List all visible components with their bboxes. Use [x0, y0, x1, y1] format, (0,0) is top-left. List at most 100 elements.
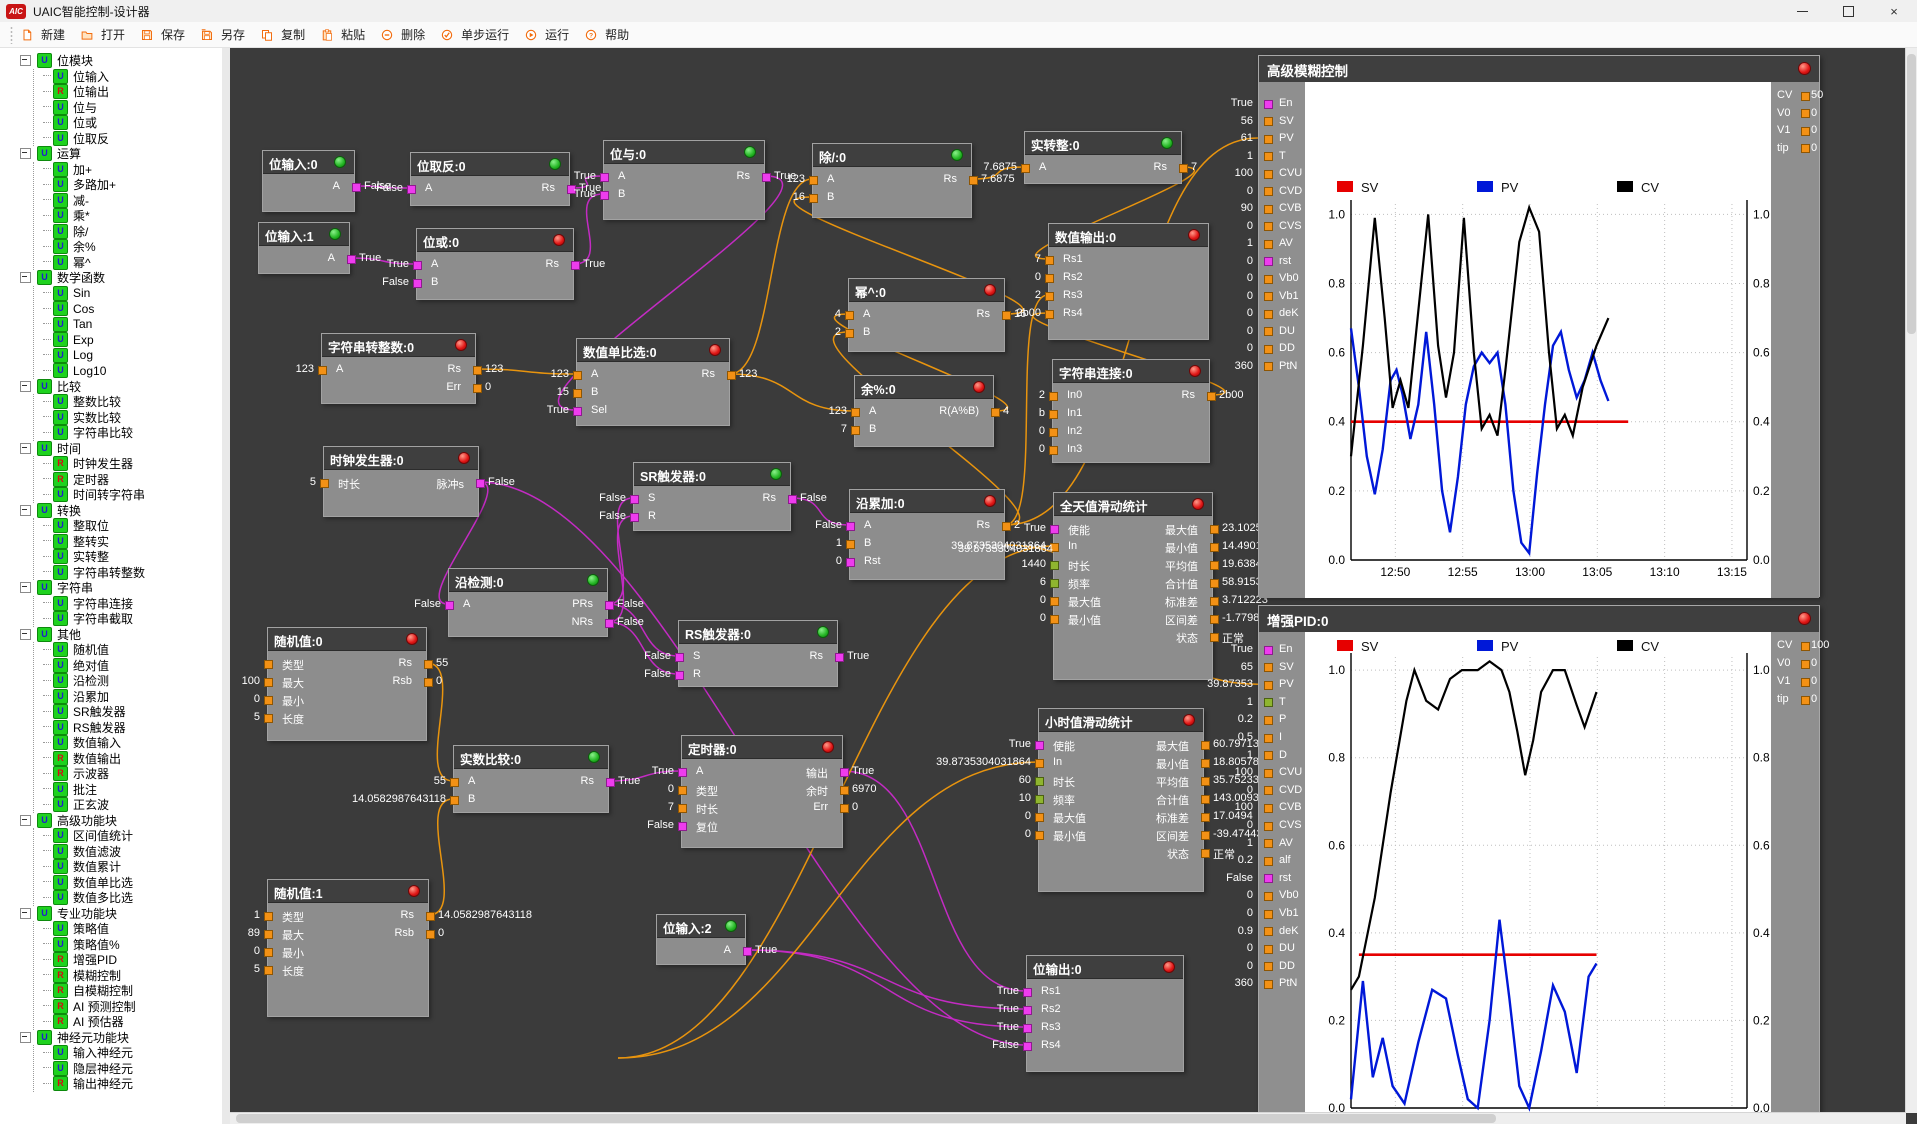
port[interactable]: [1050, 579, 1059, 588]
toolbar-button-help[interactable]: ?帮助: [585, 26, 629, 43]
port[interactable]: [1045, 292, 1054, 301]
tree-item[interactable]: R输出神经元: [43, 1076, 145, 1092]
port[interactable]: [1049, 428, 1058, 437]
collapse-icon[interactable]: [20, 1032, 31, 1043]
tree-item[interactable]: U批注: [43, 782, 145, 798]
collapse-icon[interactable]: [20, 815, 31, 826]
port[interactable]: [845, 329, 854, 338]
port[interactable]: [320, 479, 329, 488]
port[interactable]: [1264, 187, 1273, 196]
wire[interactable]: [608, 622, 678, 674]
toolbar-button-saveas[interactable]: 另存: [201, 26, 245, 43]
port[interactable]: [573, 371, 582, 380]
tree-item[interactable]: U位或: [43, 115, 145, 131]
port[interactable]: [1023, 988, 1032, 997]
tree-item[interactable]: U乘*: [43, 208, 145, 224]
port[interactable]: [600, 173, 609, 182]
port[interactable]: [846, 558, 855, 567]
port[interactable]: [424, 660, 433, 669]
tree-item[interactable]: U实数比较: [43, 410, 145, 426]
port[interactable]: [840, 804, 849, 813]
tree-item[interactable]: U加+: [43, 162, 145, 178]
tree-group-header-10[interactable]: U神经元功能块: [20, 1030, 145, 1046]
port[interactable]: [1264, 874, 1273, 883]
wire[interactable]: [746, 950, 1026, 1027]
port[interactable]: [1264, 117, 1273, 126]
port[interactable]: [1045, 310, 1054, 319]
tree-item[interactable]: ULog: [43, 348, 145, 364]
node-mod0[interactable]: 余%:0A123R(A%B)4B7: [854, 375, 994, 447]
port[interactable]: [1050, 597, 1059, 606]
port[interactable]: [450, 778, 459, 787]
tree-item[interactable]: U隐层神经元: [43, 1061, 145, 1077]
node-rand1[interactable]: 随机值:1类型1Rs14.0582987643118最大89Rsb0最小0长度5: [267, 879, 429, 1017]
tree-item[interactable]: U位与: [43, 100, 145, 116]
wire[interactable]: [608, 604, 678, 656]
tree-group-header-7[interactable]: U其他: [20, 627, 145, 643]
port[interactable]: [1264, 822, 1273, 831]
toolbar-button-run[interactable]: 运行: [525, 26, 569, 43]
port[interactable]: [264, 948, 273, 957]
port[interactable]: [1264, 345, 1273, 354]
port[interactable]: [1264, 839, 1273, 848]
port[interactable]: [1264, 257, 1273, 266]
port[interactable]: [407, 185, 416, 194]
port[interactable]: [809, 194, 818, 203]
port[interactable]: [1264, 205, 1273, 214]
tree-item[interactable]: ULog10: [43, 363, 145, 379]
port[interactable]: [1023, 1006, 1032, 1015]
tree-item[interactable]: R定时器: [43, 472, 145, 488]
port[interactable]: [840, 768, 849, 777]
tree-item[interactable]: U数值输入: [43, 735, 145, 751]
port[interactable]: [1023, 1042, 1032, 1051]
tree-group-header-1[interactable]: U运算: [20, 146, 145, 162]
tree-item[interactable]: U整取位: [43, 518, 145, 534]
tree-item[interactable]: U字符串比较: [43, 425, 145, 441]
vertical-scrollbar[interactable]: [1905, 48, 1917, 1113]
tree-item[interactable]: R增强PID: [43, 952, 145, 968]
port[interactable]: [1264, 751, 1273, 760]
node-edge0[interactable]: 沿检测:0AFalsePRsFalseNRsFalse: [448, 568, 608, 637]
port[interactable]: [1264, 362, 1273, 371]
port[interactable]: [1264, 716, 1273, 725]
tree-item[interactable]: U数值累计: [43, 859, 145, 875]
tree-group-header-9[interactable]: U专业功能块: [20, 906, 145, 922]
tree-item[interactable]: UExp: [43, 332, 145, 348]
port[interactable]: [1264, 663, 1273, 672]
port[interactable]: [762, 173, 771, 182]
port[interactable]: [473, 366, 482, 375]
port[interactable]: [1264, 945, 1273, 954]
port[interactable]: [846, 522, 855, 531]
port[interactable]: [1045, 256, 1054, 265]
port[interactable]: [1264, 892, 1273, 901]
collapse-icon[interactable]: [20, 381, 31, 392]
port[interactable]: [1264, 135, 1273, 144]
port[interactable]: [1210, 597, 1219, 606]
node-edgeacc0[interactable]: 沿累加:0AFalseRs2B1Rst0: [849, 489, 1005, 580]
node-bitin0[interactable]: 位输入:0AFalse: [262, 150, 355, 212]
collapse-icon[interactable]: [20, 505, 31, 516]
tree-item[interactable]: U数值单比选: [43, 875, 145, 891]
tree-item[interactable]: U时间转字符串: [43, 487, 145, 503]
tree-group-header-4[interactable]: U时间: [20, 441, 145, 457]
port[interactable]: [1035, 741, 1044, 750]
port[interactable]: [1801, 92, 1810, 101]
port[interactable]: [1264, 240, 1273, 249]
tree-item[interactable]: U沿累加: [43, 689, 145, 705]
node-clkgen0[interactable]: 时钟发生器:0时长5脉冲sFalse: [323, 446, 479, 517]
port[interactable]: [1201, 795, 1210, 804]
port[interactable]: [1021, 164, 1030, 173]
port[interactable]: [573, 407, 582, 416]
tree-item[interactable]: U字符串截取: [43, 611, 145, 627]
port[interactable]: [445, 601, 454, 610]
port[interactable]: [264, 930, 273, 939]
toolbar-button-save[interactable]: 保存: [141, 26, 185, 43]
port[interactable]: [630, 495, 639, 504]
tree-item[interactable]: U沿检测: [43, 673, 145, 689]
port[interactable]: [1210, 579, 1219, 588]
port[interactable]: [1035, 777, 1044, 786]
tree-item[interactable]: R示波器: [43, 766, 145, 782]
node-bitin2[interactable]: 位输入:2ATrue: [656, 914, 746, 965]
port[interactable]: [426, 930, 435, 939]
node-realcmp0[interactable]: 实数比较:0A55RsTrueB14.0582987643118: [453, 745, 609, 813]
